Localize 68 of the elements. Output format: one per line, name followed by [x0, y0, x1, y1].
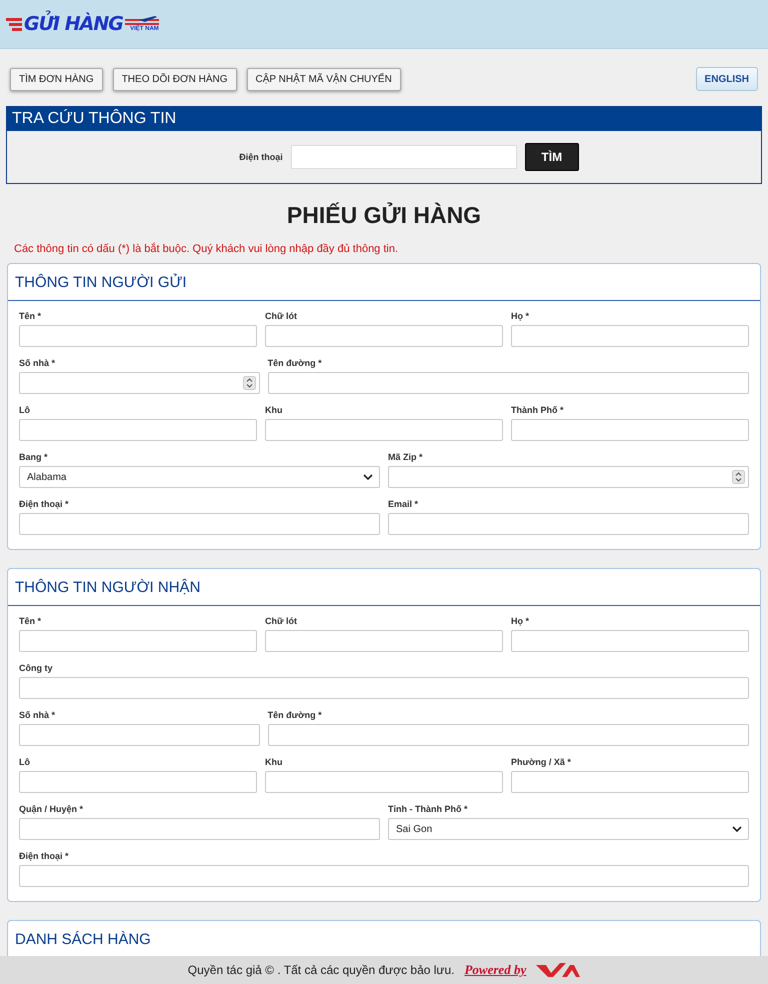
field-label: Khu [265, 757, 284, 767]
search-button[interactable]: TÌM [524, 143, 579, 171]
select-field[interactable]: Alabama [19, 466, 380, 488]
field-label: Điện thoại * [19, 499, 70, 509]
field-label: Công ty [19, 663, 54, 673]
nav-button[interactable]: TÌM ĐƠN HÀNG [10, 68, 103, 90]
field-label: Chữ lót [265, 311, 298, 321]
field-label: Lô [19, 757, 31, 767]
input-field[interactable] [19, 724, 260, 746]
section-title: THÔNG TIN NGƯỜI GỬI [15, 274, 187, 291]
field-label: Số nhà * [19, 358, 56, 368]
input-field[interactable] [19, 630, 257, 652]
field-label: Điện thoại * [19, 851, 70, 861]
language-button[interactable]: ENGLISH [696, 67, 758, 91]
chevron-down-icon [732, 826, 742, 832]
input-field[interactable] [388, 513, 749, 535]
field-label: Tỉnh - Thành Phố * [388, 804, 468, 814]
field-label: Tên * [19, 616, 42, 626]
field-label: Mã Zip * [388, 452, 424, 462]
input-field[interactable] [268, 724, 749, 746]
field-label: Họ * [511, 311, 530, 321]
input-field[interactable] [19, 865, 749, 887]
field-label: Điện thoại [239, 152, 283, 162]
input-field[interactable] [265, 325, 503, 347]
number-field[interactable] [388, 466, 749, 488]
spinner-icon[interactable] [732, 470, 745, 484]
input-field[interactable] [511, 630, 749, 652]
input-field[interactable] [19, 771, 257, 793]
input-field[interactable] [19, 677, 749, 699]
input-field[interactable] [19, 818, 380, 840]
input-field[interactable] [265, 630, 503, 652]
input-field[interactable] [511, 325, 749, 347]
copyright-text: Quyền tác giả © . Tất cả các quyền được bảo lưu. [188, 963, 454, 977]
select-field[interactable]: Sai Gon [388, 818, 749, 840]
phone-input[interactable] [290, 145, 517, 169]
field-label: Chữ lót [265, 616, 298, 626]
field-label: Tên đường * [268, 358, 323, 368]
field-label: Email * [388, 499, 420, 509]
field-label: Phường / Xã * [511, 757, 572, 767]
page-title: PHIẾU GỬI HÀNG [286, 202, 482, 229]
input-field[interactable] [511, 771, 749, 793]
input-field[interactable] [268, 372, 749, 394]
nav-button[interactable]: CẬP NHẬT MÃ VẬN CHUYỂN [246, 68, 401, 90]
field-label: Bang * [19, 452, 49, 462]
field-label: Số nhà * [19, 710, 56, 720]
input-field[interactable] [511, 419, 749, 441]
powered-by-text: Powered by [464, 962, 526, 978]
chevron-down-icon [363, 474, 373, 480]
field-label: Khu [265, 405, 284, 415]
field-label: Họ * [511, 616, 530, 626]
field-label: Lô [19, 405, 31, 415]
section-title: DANH SÁCH HÀNG [15, 931, 151, 948]
field-label: Thành Phố * [511, 405, 564, 415]
input-field[interactable] [265, 419, 503, 441]
number-field[interactable] [19, 372, 260, 394]
spinner-icon[interactable] [242, 376, 256, 390]
input-field[interactable] [19, 325, 257, 347]
nav-button[interactable]: THEO DÕI ĐƠN HÀNG [112, 68, 236, 90]
input-field[interactable] [265, 771, 503, 793]
section-title: THÔNG TIN NGƯỜI NHẬN [15, 579, 200, 596]
brand-logo-icon [536, 962, 580, 978]
input-field[interactable] [19, 419, 257, 441]
input-field[interactable] [19, 513, 380, 535]
field-label: Tên * [19, 311, 42, 321]
field-label: Quận / Huyện * [19, 804, 84, 814]
notice-text: Các thông tin có dấu (*) là bắt buộc. Quý khách vui lòng nhập đầy đủ thông tin. [14, 243, 400, 255]
panel-title: TRA CỨU THÔNG TIN [7, 107, 761, 131]
field-label: Tên đường * [268, 710, 323, 720]
